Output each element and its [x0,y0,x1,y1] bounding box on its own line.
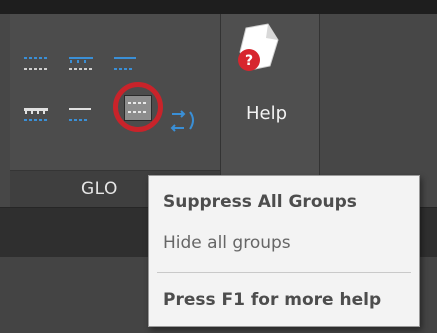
tooltip: Suppress All Groups Hide all groups Pres… [148,175,420,327]
group-tool-2-icon[interactable] [67,54,97,76]
help-icon[interactable]: ? [232,22,282,74]
highlight-circle [113,82,163,132]
svg-text:?: ? [245,53,253,69]
tooltip-divider [157,272,411,273]
group-tool-3-icon[interactable] [112,54,142,76]
group-tool-4-icon[interactable] [22,104,52,126]
refresh-arrows-icon[interactable] [168,108,198,132]
group-tool-1-icon[interactable] [22,54,52,76]
group-tool-5-icon[interactable] [67,104,97,126]
tooltip-description: Hide all groups [163,233,291,253]
groups-panel-title: GLO [81,179,118,199]
tooltip-help-hint: Press F1 for more help [163,290,382,310]
tooltip-title: Suppress All Groups [163,192,357,212]
title-bar-strip [0,0,437,14]
help-button-label[interactable]: Help [246,103,287,124]
